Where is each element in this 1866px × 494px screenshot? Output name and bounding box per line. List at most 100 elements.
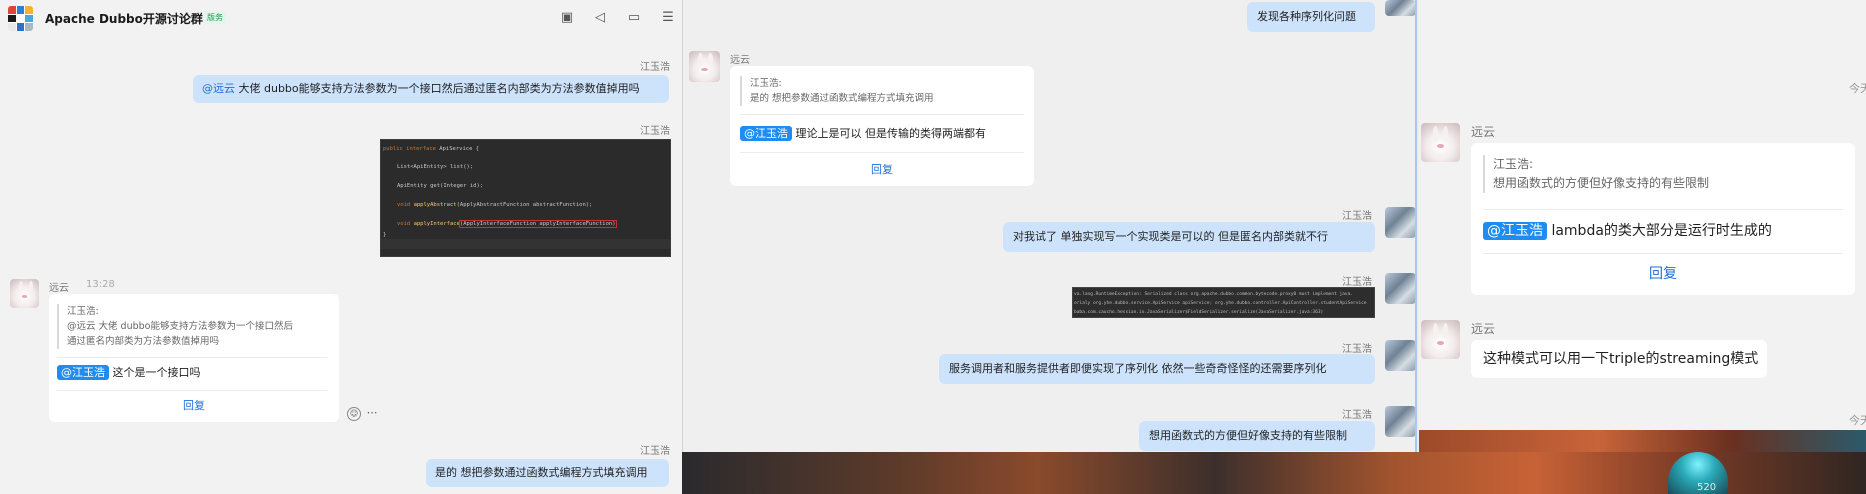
chat-window-left: Apache Dubbo开源讨论群 2 版务 ▣ ◁ ▭ ☰ 江玉浩 @远云 大… (0, 0, 682, 494)
reply-text-row: @江玉浩 理论上是可以 但是传输的类得两端都有 (740, 126, 986, 142)
sender-name: 远云 (1471, 322, 1496, 336)
code-line: List<ApiEntity> list(); (397, 164, 474, 170)
code-line: ApiService { (439, 146, 480, 152)
quoted-message: 江玉浩: @远云 大佬 dubbo能够支持方法参数为一个接口然后 通过匿名内部类… (57, 304, 327, 349)
reply-button[interactable]: 回复 (730, 161, 1034, 177)
message-text: 对我试了 单独实现写一个实现类是可以的 但是匿名内部类就不行 (1013, 230, 1328, 243)
code-line: (ApplyAbstractFunction abstractFunction)… (456, 202, 593, 208)
sender-name: 江玉浩 (640, 126, 670, 137)
sender-name: 江玉浩 (1342, 211, 1372, 222)
log-line: orialy org.yhe.dubbo.service.ApiService … (1074, 301, 1367, 306)
reply-button[interactable]: 回复 (49, 397, 339, 413)
chat-window-middle: 发现各种序列化问题 远云 江玉浩: 是的 想把参数通过函数式编程方式填充调用 @… (682, 0, 1417, 452)
message-bubble[interactable]: 对我试了 单独实现写一个实现类是可以的 但是匿名内部类就不行 (1003, 222, 1375, 252)
divider (57, 390, 327, 391)
avatar[interactable] (1421, 320, 1460, 359)
message-bubble[interactable]: 这种模式可以用一下triple的streaming模式 (1471, 340, 1767, 378)
avatar[interactable] (1421, 123, 1460, 162)
chat-header: Apache Dubbo开源讨论群 2 版务 ▣ ◁ ▭ ☰ (0, 0, 682, 38)
mention[interactable]: @江玉浩 (1483, 222, 1547, 240)
reply-text-row: @江玉浩 这个是一个接口吗 (57, 365, 201, 381)
quote-text: 想用函数式的方便但好像支持的有些限制 (1493, 176, 1710, 190)
message-text: 理论上是可以 但是传输的类得两端都有 (792, 127, 986, 140)
code-line: ApiEntity get(Integer id); (397, 183, 484, 189)
avatar[interactable] (1385, 207, 1415, 238)
divider (740, 114, 1024, 115)
avatar[interactable] (1385, 406, 1415, 437)
quote-author: 江玉浩: (67, 306, 99, 317)
group-title: Apache Dubbo开源讨论群 2 (45, 12, 216, 26)
sender-name: 远云 (1471, 125, 1496, 139)
sender-name: 远云 (49, 283, 69, 294)
quote-text: @远云 大佬 dubbo能够支持方法参数为一个接口然后 (67, 321, 293, 332)
code-line: void (397, 221, 414, 227)
divider (1483, 253, 1843, 254)
quoted-message: 江玉浩: 想用函数式的方便但好像支持的有些限制 (1483, 155, 1843, 193)
log-line: baba.com.caucho.hessian.io.JavaSerialize… (1074, 310, 1324, 315)
reply-button[interactable]: 回复 (1471, 263, 1855, 283)
sender-name: 江玉浩 (640, 62, 670, 73)
message-text: 想用函数式的方便但好像支持的有些限制 (1149, 429, 1347, 442)
quote-author: 江玉浩: (1493, 157, 1534, 171)
avatar[interactable] (10, 279, 39, 308)
time-divider: 今天 (1849, 82, 1866, 95)
folder-icon[interactable]: ▭ (626, 10, 642, 26)
message-bubble[interactable]: 想用函数式的方便但好像支持的有些限制 (1139, 421, 1375, 451)
wallpaper-number: 520 (1697, 482, 1717, 493)
message-bubble[interactable]: 是的 想把参数通过函数式编程方式填充调用 (426, 459, 669, 487)
more-options-icon[interactable]: ⋯ (365, 407, 379, 421)
avatar[interactable] (1385, 273, 1415, 304)
mention[interactable]: @江玉浩 (740, 126, 792, 141)
message-text: 这个是一个接口吗 (109, 366, 201, 379)
avatar[interactable] (689, 51, 720, 82)
reply-card[interactable]: 江玉浩: 想用函数式的方便但好像支持的有些限制 @江玉浩 lambda的类大部分… (1471, 143, 1855, 295)
divider (57, 357, 327, 358)
message-text: 发现各种序列化问题 (1257, 10, 1356, 23)
code-line: applyAbstract (413, 202, 457, 208)
avatar[interactable] (1385, 340, 1415, 371)
message-text: 是的 想把参数通过函数式编程方式填充调用 (435, 466, 648, 479)
group-badge: 版务 (204, 11, 226, 24)
desktop-wallpaper (1419, 430, 1866, 452)
sender-name: 江玉浩 (640, 446, 670, 457)
video-call-icon[interactable]: ▣ (559, 10, 575, 26)
message-text: 服务调用者和服务提供者即便实现了序列化 依然一些奇奇怪怪的还需要序列化 (949, 362, 1327, 375)
group-avatar[interactable] (8, 6, 33, 31)
chat-window-right: 今天 远云 江玉浩: 想用函数式的方便但好像支持的有些限制 @江玉浩 lambd… (1419, 0, 1866, 430)
search-history-icon[interactable]: ☰ (660, 10, 676, 26)
reply-card[interactable]: 江玉浩: @远云 大佬 dubbo能够支持方法参数为一个接口然后 通过匿名内部类… (49, 294, 339, 422)
message-time: 13:28 (86, 279, 115, 290)
message-text: 大佬 dubbo能够支持方法参数为一个接口然后通过匿名内部类为方法参数值掉用吗 (235, 82, 640, 95)
quote-author: 江玉浩: (750, 78, 782, 89)
code-line: applyInterface (413, 221, 460, 227)
sender-name: 远云 (730, 55, 750, 66)
message-text: lambda的类大部分是运行时生成的 (1547, 223, 1772, 239)
quoted-message: 江玉浩: 是的 想把参数通过函数式编程方式填充调用 (740, 76, 1020, 106)
mention[interactable]: @远云 (202, 82, 235, 95)
error-log-screenshot-image[interactable]: va.lang.RuntimeException: Serialized cla… (1072, 287, 1375, 318)
reply-text-row: @江玉浩 lambda的类大部分是运行时生成的 (1483, 221, 1772, 241)
message-text: 这种模式可以用一下triple的streaming模式 (1483, 351, 1759, 367)
message-bubble[interactable]: 服务调用者和服务提供者即便实现了序列化 依然一些奇奇怪怪的还需要序列化 (939, 354, 1375, 384)
sender-name: 江玉浩 (1342, 344, 1372, 355)
code-line: public interface (383, 146, 440, 152)
code-screenshot-image[interactable]: public interface ApiService { List<ApiEn… (380, 139, 671, 257)
avatar[interactable] (1385, 0, 1415, 16)
reply-card[interactable]: 江玉浩: 是的 想把参数通过函数式编程方式填充调用 @江玉浩 理论上是可以 但是… (730, 66, 1034, 186)
sender-name: 江玉浩 (1342, 277, 1372, 288)
time-divider: 今天 (1849, 414, 1866, 427)
divider (740, 152, 1024, 153)
sender-name: 江玉浩 (1342, 410, 1372, 421)
code-highlight-row (381, 239, 670, 249)
log-line: va.lang.RuntimeException: Serialized cla… (1074, 292, 1354, 297)
message-bubble[interactable]: 发现各种序列化问题 (1247, 2, 1375, 32)
divider (1483, 209, 1843, 210)
quote-text: 通过匿名内部类为方法参数值掉用吗 (67, 336, 220, 347)
quote-text: 是的 想把参数通过函数式编程方式填充调用 (750, 93, 934, 104)
emoji-reaction-icon[interactable]: ☺ (347, 407, 361, 421)
voice-call-icon[interactable]: ◁ (592, 10, 608, 26)
mention[interactable]: @江玉浩 (57, 365, 109, 380)
message-bubble[interactable]: @远云 大佬 dubbo能够支持方法参数为一个接口然后通过匿名内部类为方法参数值… (193, 75, 669, 103)
code-line: (ApplyInterfaceFunction applyInterfaceFu… (458, 220, 617, 228)
code-line: void (397, 202, 414, 208)
